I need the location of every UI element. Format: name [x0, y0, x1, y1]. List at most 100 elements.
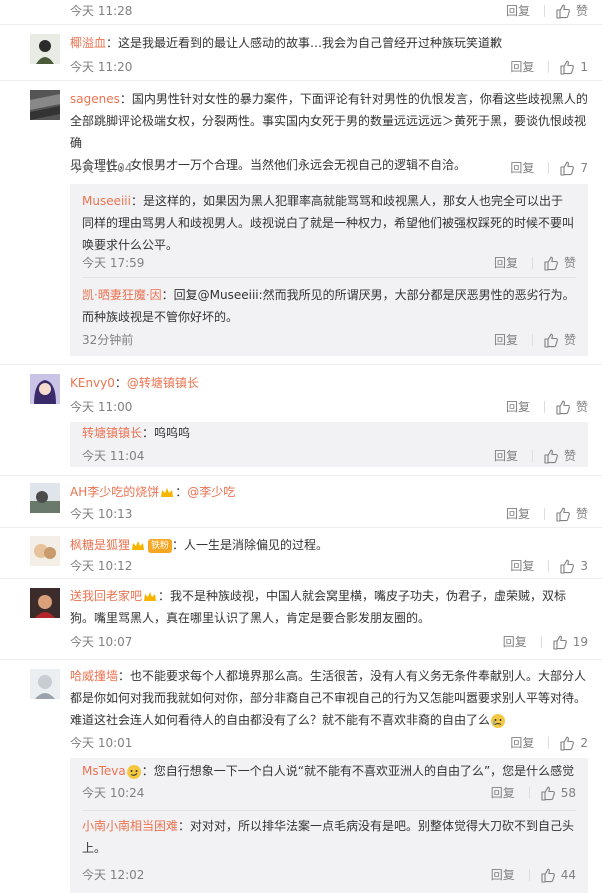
reply-button[interactable]: 回复: [510, 58, 534, 75]
reply-button[interactable]: 回复: [506, 505, 530, 522]
fan-badge: 铁粉: [148, 538, 173, 553]
username-link[interactable]: 凯·晒妻狂魔·因: [82, 288, 162, 302]
username-link[interactable]: KEnvy0: [70, 376, 115, 390]
comment-item: 椰溢血：这是我最近看到的最让人感动的故事…我会为自己曾经开过种族玩笑道歉 今天 …: [0, 25, 602, 81]
comment-body: 都是你如何对我而我就如何对你，部分非裔自己不审视自己的行为又怎能叫嚣要求别人平等…: [70, 691, 587, 705]
vip-crown-icon: [142, 589, 158, 605]
avatar[interactable]: [30, 536, 60, 566]
reply-item: 小南小南相当困难：对对对，所以排华法案一点毛病没有是吧。别整体觉得大刀砍不到自己…: [70, 811, 588, 893]
divider: [548, 161, 550, 174]
like-icon[interactable]: [555, 3, 571, 19]
like-icon[interactable]: [543, 255, 559, 271]
reply-button[interactable]: 回复: [510, 557, 534, 574]
like-icon[interactable]: [559, 160, 575, 176]
username-link[interactable]: 枫糖是狐狸: [70, 538, 130, 552]
divider: [540, 635, 542, 648]
avatar[interactable]: [30, 90, 60, 120]
like-count[interactable]: 1: [580, 60, 588, 74]
username-link[interactable]: 转塘镇镇长: [82, 426, 142, 440]
like-icon[interactable]: [559, 59, 575, 75]
reply-text: 转塘镇镇长：呜呜呜: [82, 422, 576, 444]
avatar[interactable]: [30, 588, 60, 618]
reply-list: Museeiii：是这样的，如果因为黑人犯罪率高就能骂骂和歧视黑人，那女人也完全…: [70, 184, 588, 356]
comment-body: ：国内男性针对女性的暴力案件，下面评论有针对男性的仇恨发言，你看这些歧视黑人的: [119, 92, 588, 106]
comment-body: 全部跳脚评论极端女权，分裂两性。事实国内女死于男的数量远远远远＞黄死于黑，要谈仇…: [70, 114, 587, 150]
comment-body: ：: [175, 485, 188, 499]
username-link[interactable]: 哈威撞墙: [70, 669, 118, 683]
like-count[interactable]: 44: [561, 868, 576, 882]
like-icon[interactable]: [555, 506, 571, 522]
like-count[interactable]: 赞: [564, 331, 576, 348]
like-icon[interactable]: [559, 735, 575, 751]
mention-link[interactable]: @转塘镇镇长: [127, 376, 199, 390]
like-icon[interactable]: [540, 867, 556, 883]
reply-button[interactable]: 回复: [506, 398, 530, 415]
comment-body: ：我不是种族歧视，中国人就会窝里横，嘴皮子功夫，伪君子，虚荣贼，双标: [158, 589, 567, 603]
smirk-emoji-icon: [126, 764, 142, 780]
like-count[interactable]: 7: [580, 161, 588, 175]
comment-item: 哈威撞墙：也不能要求每个人都境界那么高。生活很苦，没有人有义务无条件奉献别人。大…: [0, 660, 602, 893]
comment-meta: 今天 10:13 回复 赞: [70, 505, 588, 523]
avatar[interactable]: [30, 374, 60, 404]
reply-button[interactable]: 回复: [510, 159, 534, 176]
reply-button[interactable]: 回复: [491, 866, 515, 883]
username-link[interactable]: Museeiii: [82, 194, 131, 208]
like-count[interactable]: 3: [580, 559, 588, 573]
like-count[interactable]: 赞: [576, 2, 588, 19]
avatar[interactable]: [30, 669, 60, 699]
username-link[interactable]: MsTeva: [82, 764, 126, 778]
like-icon[interactable]: [559, 558, 575, 574]
comment-text: 送我回老家吧 ：我不是种族歧视，中国人就会窝里横，嘴皮子功夫，伪君子，虚荣贼，双标…: [70, 585, 588, 629]
divider: [531, 449, 533, 462]
like-icon[interactable]: [555, 399, 571, 415]
like-count[interactable]: 2: [580, 736, 588, 750]
comment-meta: 今天 11:28 回复 赞: [70, 2, 588, 20]
comment-text: 椰溢血：这是我最近看到的最让人感动的故事…我会为自己曾经开过种族玩笑道歉: [70, 32, 588, 54]
reply-body: ：您自行想象一下一个白人说“就不能有不喜欢亚洲人的自由了么”，您是什么感觉: [141, 764, 575, 778]
comment-item: AH李少吃的烧饼 ：@李少吃 今天 10:13 回复 赞: [0, 476, 602, 528]
username-link[interactable]: AH李少吃的烧饼: [70, 485, 159, 499]
reply-body: 上。: [82, 841, 107, 855]
vip-crown-icon: [130, 538, 146, 554]
avatar[interactable]: [30, 483, 60, 513]
reply-body: ：回复@Museeiii:然而我所见的所谓厌男，大部分都是厌恶男性的恶劣行为。: [161, 288, 575, 302]
comment-time: 今天 10:13: [70, 507, 133, 521]
reply-button[interactable]: 回复: [494, 447, 518, 464]
username-link[interactable]: 送我回老家吧: [70, 589, 142, 603]
avatar[interactable]: [30, 34, 60, 64]
comment-item: 枫糖是狐狸 铁粉 ：人一生是消除偏见的过程。 今天 10:12 回复 3: [0, 528, 602, 579]
comment-body: 难道这社会连人如何看待人的自由都没有了么？就不能有不喜欢非裔的自由了么: [70, 713, 491, 727]
comment-text: AH李少吃的烧饼 ：@李少吃: [70, 481, 588, 503]
like-icon[interactable]: [540, 785, 556, 801]
like-count[interactable]: 赞: [564, 447, 576, 464]
reply-button[interactable]: 回复: [506, 2, 530, 19]
like-count[interactable]: 赞: [576, 505, 588, 522]
comment-meta: 今天 10:07 回复 19: [70, 633, 588, 651]
reply-meta: 今天 17:59 回复 赞: [82, 254, 576, 272]
like-icon[interactable]: [543, 332, 559, 348]
reply-body: 同样的理由骂男人和歧视男人。歧视说白了就是一种权力，希望他们被强权踩死的时候不要…: [82, 216, 575, 230]
like-count[interactable]: 赞: [564, 254, 576, 271]
like-count[interactable]: 58: [561, 786, 576, 800]
reply-button[interactable]: 回复: [494, 254, 518, 271]
like-icon[interactable]: [543, 448, 559, 464]
username-link[interactable]: 小南小南相当困难: [82, 819, 178, 833]
reply-item: 凯·晒妻狂魔·因：回复@Museeiii:然而我所见的所谓厌男，大部分都是厌恶男…: [70, 278, 588, 356]
reply-body: 而种族歧视是不管你好坏的。: [82, 310, 239, 324]
username-link[interactable]: 椰溢血: [70, 36, 106, 50]
reply-button[interactable]: 回复: [494, 331, 518, 348]
comment-time: 今天 11:04: [70, 161, 133, 175]
reply-text: Museeiii：是这样的，如果因为黑人犯罪率高就能骂骂和歧视黑人，那女人也完全…: [82, 190, 576, 256]
like-count[interactable]: 赞: [576, 398, 588, 415]
reply-button[interactable]: 回复: [503, 633, 527, 650]
reply-button[interactable]: 回复: [491, 784, 515, 801]
comment-body: ：也不能要求每个人都境界那么高。生活很苦，没有人有义务无条件奉献别人。大部分人: [118, 669, 587, 683]
mention-link[interactable]: @李少吃: [187, 485, 235, 499]
comment-feed: 今天 11:28 回复 赞 椰溢血：这是我最近看到的最让人感动的故事…我会为自己…: [0, 0, 602, 893]
like-count[interactable]: 19: [573, 635, 588, 649]
username-link[interactable]: sagenes: [70, 92, 120, 106]
like-icon[interactable]: [552, 634, 568, 650]
divider: [543, 400, 545, 413]
divider: [528, 868, 530, 881]
reply-button[interactable]: 回复: [510, 734, 534, 751]
